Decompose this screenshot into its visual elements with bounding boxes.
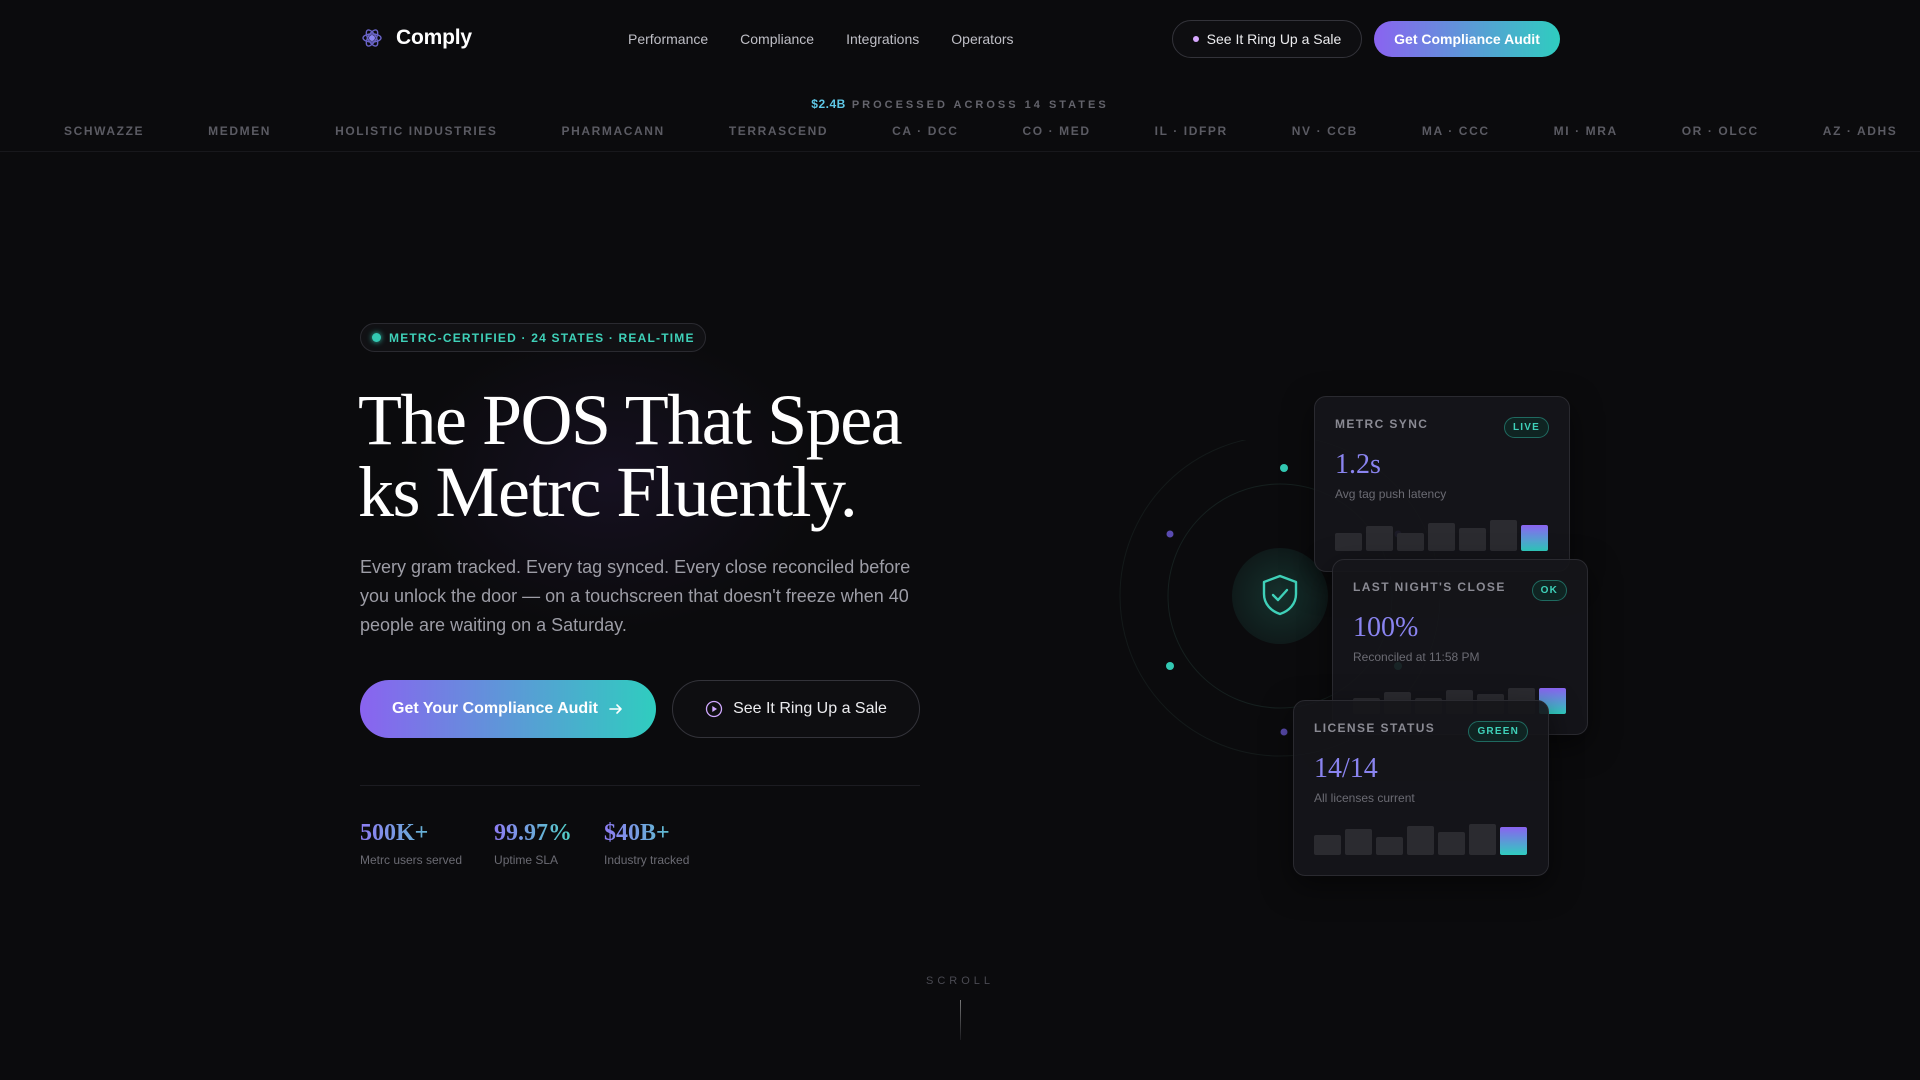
card-value: 1.2s xyxy=(1335,449,1381,480)
card-sparkbars xyxy=(1335,517,1548,551)
arrow-right-icon xyxy=(609,704,622,714)
spark-bar xyxy=(1397,533,1424,551)
hero-subhead: Every gram tracked. Every tag synced. Ev… xyxy=(360,557,911,635)
ticker-item: AZ · ADHS xyxy=(1822,124,1898,138)
nav-see-sale-label: See It Ring Up a Sale xyxy=(1206,31,1342,47)
ticker-item: TERRASCEND xyxy=(728,124,829,138)
spark-bar xyxy=(1459,528,1486,551)
processed-caption: $2.4B PROCESSED ACROSS 14 STATES xyxy=(0,97,1920,111)
nav-audit-button[interactable]: Get Compliance Audit xyxy=(1374,21,1560,57)
spark-bar xyxy=(1469,824,1496,855)
hero-headline: The POS That Speaks Metrc Fluently. xyxy=(358,380,903,532)
scroll-indicator-label: SCROLL xyxy=(925,975,995,987)
hero-audit-button[interactable]: Get Your Compliance Audit xyxy=(360,680,656,738)
nav-see-sale-button[interactable]: See It Ring Up a Sale xyxy=(1172,20,1362,58)
nav-links: Performance Compliance Integrations Oper… xyxy=(628,31,1014,47)
processed-amount: $2.4B xyxy=(811,97,846,111)
ticker-item: IL · IDFPR xyxy=(1154,124,1228,138)
stat-item: $40B+ Industry tracked xyxy=(604,820,689,867)
ticker-item: CO · MED xyxy=(1022,124,1091,138)
card-note: Reconciled at 11:58 PM xyxy=(1353,650,1480,664)
ticker-item: CA · DCC xyxy=(892,124,959,138)
hero-divider xyxy=(360,785,920,786)
spark-bar xyxy=(1428,523,1455,551)
ticker-item: MA · CCC xyxy=(1421,124,1490,138)
nav-link-performance[interactable]: Performance xyxy=(628,31,708,47)
spark-bar xyxy=(1490,520,1517,551)
spark-bar xyxy=(1366,526,1393,551)
ticker-item: MEDMEN xyxy=(208,124,272,138)
status-dot-icon xyxy=(372,333,381,342)
ticker-track: SCHWAZZE MEDMEN HOLISTIC INDUSTRIES PHAR… xyxy=(64,124,1920,138)
hero-audit-label: Get Your Compliance Audit xyxy=(392,700,598,717)
stat-item: 99.97% Uptime SLA xyxy=(494,820,572,867)
card-license-status: LICENSE STATUS GREEN 14/14 All licenses … xyxy=(1293,700,1549,876)
spark-bar xyxy=(1438,832,1465,855)
nav-link-compliance[interactable]: Compliance xyxy=(740,31,814,47)
status-pill: OK xyxy=(1531,580,1567,601)
hero-see-sale-button[interactable]: See It Ring Up a Sale xyxy=(672,680,920,738)
nav-link-integrations[interactable]: Integrations xyxy=(846,31,919,47)
card-value: 100% xyxy=(1353,612,1419,643)
card-note: Avg tag push latency xyxy=(1335,487,1447,501)
stat-label: Uptime SLA xyxy=(494,853,559,867)
dot-icon xyxy=(1192,36,1199,42)
card-value: 14/14 xyxy=(1314,753,1378,784)
ticker-item: HOLISTIC INDUSTRIES xyxy=(335,124,498,138)
brand-name: Comply xyxy=(396,26,472,49)
ticker-item: SCHWAZZE xyxy=(64,124,145,138)
top-nav: Comply Performance Compliance Integratio… xyxy=(0,0,1920,78)
certification-badge-label: METRC-CERTIFIED · 24 STATES · REAL-TIME xyxy=(389,330,695,345)
ticker-item: MI · MRA xyxy=(1553,124,1618,138)
spark-bar xyxy=(1500,827,1527,855)
ticker-item: OR · OLCC xyxy=(1681,124,1759,138)
spark-bar xyxy=(1407,826,1434,855)
spark-bar xyxy=(1314,835,1341,855)
spark-bar xyxy=(1376,837,1403,855)
card-metrc-sync: METRC SYNC LIVE 1.2s Avg tag push latenc… xyxy=(1314,396,1570,572)
stat-value: $40B+ xyxy=(604,820,689,847)
hero-see-sale-label: See It Ring Up a Sale xyxy=(733,700,887,717)
spark-bar xyxy=(1521,525,1548,551)
ticker-item: PHARMACANN xyxy=(561,124,665,138)
spark-bar xyxy=(1335,533,1362,551)
card-note: All licenses current xyxy=(1314,791,1415,805)
status-pill: GREEN xyxy=(1468,721,1528,742)
atom-logo-icon xyxy=(362,29,382,47)
stat-value: 500K+ xyxy=(360,820,462,847)
ticker-item: NV · CCB xyxy=(1291,124,1358,138)
stat-value: 99.97% xyxy=(494,820,573,846)
scroll-indicator-line xyxy=(960,1000,961,1040)
card-sparkbars xyxy=(1314,821,1527,855)
nav-audit-label: Get Compliance Audit xyxy=(1394,31,1540,47)
certification-badge: METRC-CERTIFIED · 24 STATES · REAL-TIME xyxy=(360,323,706,352)
status-pill: LIVE xyxy=(1503,417,1549,438)
processed-text: PROCESSED ACROSS 14 STATES xyxy=(851,99,1109,111)
brand-logo[interactable]: Comply xyxy=(360,26,472,50)
nav-link-operators[interactable]: Operators xyxy=(951,31,1013,47)
logo-ticker: SCHWAZZE MEDMEN HOLISTIC INDUSTRIES PHAR… xyxy=(0,124,1920,152)
spark-bar xyxy=(1345,829,1372,855)
hero-stats: 500K+ Metrc users served 99.97% Uptime S… xyxy=(360,820,689,867)
stat-label: Industry tracked xyxy=(604,853,690,867)
stat-item: 500K+ Metrc users served xyxy=(360,820,462,867)
play-circle-icon xyxy=(705,700,723,718)
stat-label: Metrc users served xyxy=(360,853,463,867)
